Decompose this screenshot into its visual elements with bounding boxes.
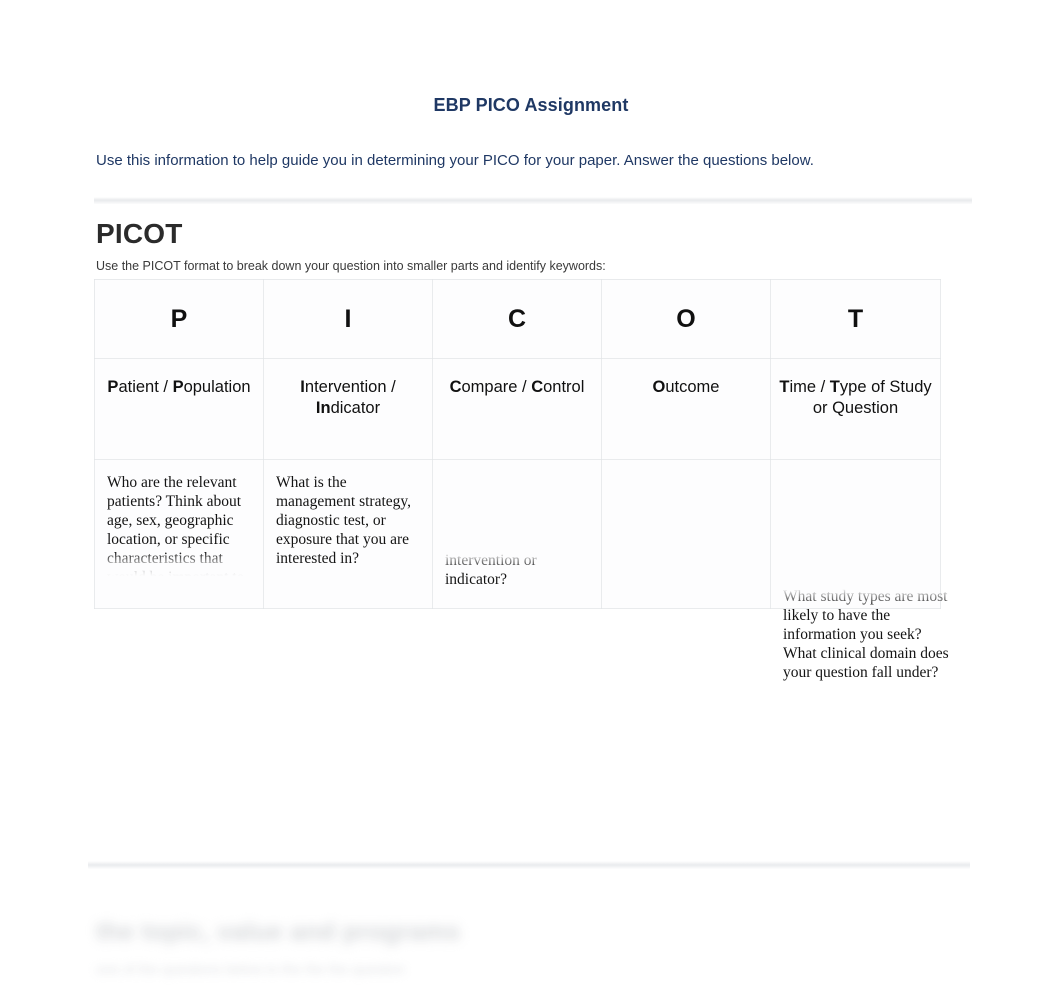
letter-cell-p: P [94, 279, 264, 359]
blurred-bottom-section: the topic, value and programs one of the… [96, 918, 976, 977]
picot-name: Intervention / Indicator [264, 359, 432, 419]
table-row-bodies: Who are the relevant patients? Think abo… [94, 459, 949, 681]
picot-name-initial-2: P [172, 378, 184, 396]
letter-cell-i: I [263, 279, 433, 359]
picot-name-initial: P [107, 378, 119, 396]
section-divider-top [94, 197, 972, 204]
picot-name-initial-2: T [829, 378, 840, 396]
section-divider-bottom [88, 861, 970, 869]
letter-cell-t: T [770, 279, 941, 359]
picot-body-text: What is the management strategy, diagnos… [276, 474, 411, 567]
picot-name-rest-2: opulation [183, 378, 251, 396]
picot-name-rest-2: ontrol [543, 378, 585, 396]
page-title: EBP PICO Assignment [433, 95, 629, 115]
name-cell-i: Intervention / Indicator [263, 358, 433, 460]
body-cell-o [601, 459, 771, 609]
picot-name-rest: ompare / [461, 378, 532, 396]
picot-letter: P [170, 305, 188, 333]
picot-letter: I [344, 305, 352, 333]
picot-body-text: What study types are most likely to have… [783, 588, 949, 681]
picot-name-initial: T [779, 378, 790, 396]
picot-name-rest: ime / [789, 378, 830, 396]
picot-name-initial: O [652, 378, 666, 396]
body-cell-p: Who are the relevant patients? Think abo… [94, 459, 264, 609]
section-subheading: Use the PICOT format to break down your … [96, 259, 606, 273]
picot-name-rest: atient / [118, 378, 173, 396]
body-cell-i: What is the management strategy, diagnos… [263, 459, 433, 609]
blurred-subline: one of the questions below to the the th… [96, 961, 406, 977]
intro-paragraph: Use this information to help guide you i… [96, 152, 814, 169]
picot-name: Time / Type of Study or Question [771, 359, 940, 419]
name-cell-t: Time / Type of Study or Question [770, 358, 941, 460]
picot-name: Patient / Population [95, 359, 263, 398]
picot-table: P I C O T Patient / Population Intervent… [94, 279, 949, 681]
picot-body-text [602, 460, 770, 474]
picot-body-text: intervention or indicator? [445, 552, 537, 588]
table-row-names: Patient / Population Intervention / Indi… [94, 358, 941, 460]
picot-name-rest: ntervention / [304, 378, 396, 396]
name-cell-p: Patient / Population [94, 358, 264, 460]
picot-name-initial-2: C [531, 378, 544, 396]
picot-body-text: Who are the relevant patients? Think abo… [107, 474, 245, 586]
picot-name-rest-2: dicator [330, 398, 381, 417]
letter-cell-o: O [601, 279, 771, 359]
section-heading-picot: PICOT [96, 218, 183, 249]
picot-name-initial: C [449, 378, 462, 396]
letter-cell-c: C [432, 279, 602, 359]
body-cell-c: intervention or indicator? [432, 459, 602, 609]
picot-name: Compare / Control [433, 359, 601, 398]
blurred-heading: the topic, value and programs [96, 918, 461, 946]
picot-name-initial-2: In [315, 398, 331, 417]
picot-letter: T [847, 305, 864, 333]
table-row-letters: P I C O T [94, 279, 941, 359]
body-cell-t: What study types are most likely to have… [770, 459, 949, 681]
document-page: EBP PICO Assignment Use this information… [0, 0, 1062, 1001]
picot-letter: C [507, 305, 527, 333]
picot-letter: O [676, 305, 696, 333]
picot-name: Outcome [602, 359, 770, 398]
picot-name-rest: utcome [665, 378, 720, 396]
name-cell-c: Compare / Control [432, 358, 602, 460]
name-cell-o: Outcome [601, 358, 771, 460]
